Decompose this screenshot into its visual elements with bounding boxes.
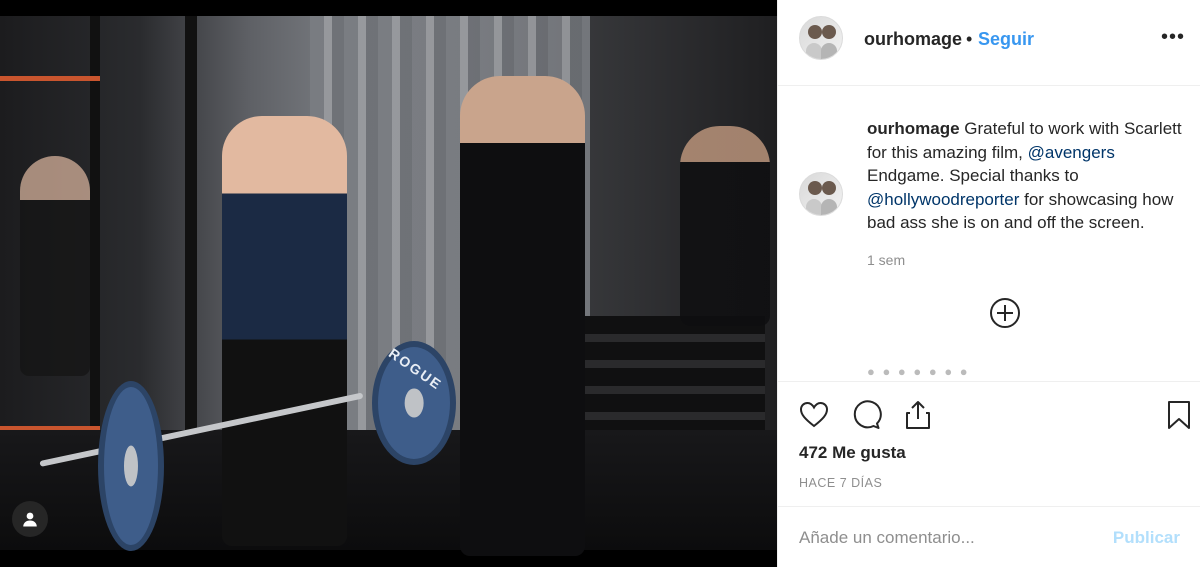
actions-section: 472 Me gusta HACE 7 DÍAS Publicar (778, 381, 1200, 567)
post-timestamp: HACE 7 DÍAS (799, 476, 883, 490)
post-caption: ourhomage Grateful to work with Scarlett… (867, 117, 1197, 235)
mirror-reflection (680, 126, 770, 326)
caption-username[interactable]: ourhomage (867, 119, 960, 138)
post-username[interactable]: ourhomage (864, 29, 962, 50)
heart-icon[interactable] (798, 399, 830, 431)
bookmark-icon[interactable] (1163, 399, 1195, 431)
mention-link[interactable]: @avengers (1028, 143, 1115, 162)
plus-circle-icon[interactable] (989, 297, 1021, 329)
weight-plate (98, 381, 164, 551)
likes-count[interactable]: 472 Me gusta (799, 443, 906, 463)
caption-timestamp: 1 sem (867, 252, 906, 268)
rack-post (185, 16, 197, 466)
separator-dot: • (966, 29, 973, 49)
truncated-comment: ● ● ● ● ● ● ● (867, 368, 970, 379)
trainer (460, 76, 585, 556)
follow-button[interactable]: Seguir (978, 29, 1034, 50)
user-icon[interactable] (12, 501, 48, 537)
publish-button[interactable]: Publicar (1113, 528, 1180, 548)
mirror-reflection (20, 156, 90, 376)
more-options-icon[interactable]: ••• (1161, 26, 1185, 49)
avatar[interactable] (799, 16, 843, 60)
share-icon[interactable] (902, 399, 934, 431)
woman-lifting (222, 116, 347, 546)
avatar[interactable] (799, 172, 843, 216)
comment-input[interactable] (799, 525, 1099, 551)
caption-text: Endgame. Special thanks to (867, 166, 1079, 185)
comment-icon[interactable] (850, 399, 882, 431)
gym-scene: ROGUE (0, 16, 777, 556)
rack-post (90, 16, 100, 456)
rack-bar (0, 76, 100, 81)
post-header: ourhomage • Seguir ••• (778, 0, 1200, 86)
post-photo[interactable]: ROGUE (0, 0, 777, 567)
post-details-panel: ourhomage • Seguir ••• ourhomage Gratefu… (777, 0, 1200, 567)
comment-form: Publicar (778, 506, 1200, 567)
mention-link[interactable]: @hollywoodreporter (867, 190, 1019, 209)
